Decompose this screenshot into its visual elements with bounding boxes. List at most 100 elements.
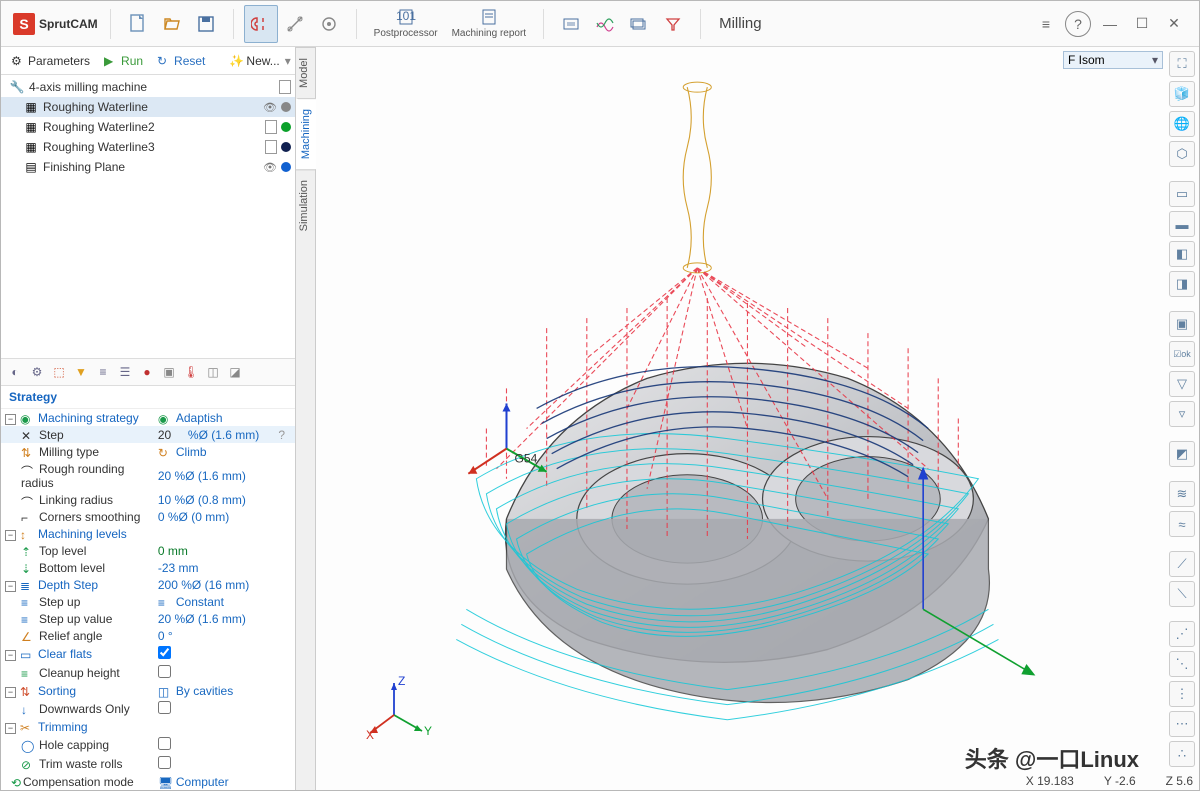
run-button[interactable]: ▶Run — [98, 52, 149, 70]
sim2-icon[interactable]: ⋱ — [1169, 651, 1195, 677]
vtab-simulation[interactable]: Simulation — [296, 169, 315, 241]
shade1-icon[interactable]: ▭ — [1169, 181, 1195, 207]
prop-sorting[interactable]: Sorting — [38, 684, 76, 698]
parameters-button[interactable]: ⚙Parameters — [5, 52, 96, 70]
prop-bottom-level[interactable]: Bottom level — [39, 561, 105, 575]
feeds-icon[interactable]: ● — [137, 362, 157, 382]
path-vis-icon[interactable]: ≋ — [1169, 481, 1195, 507]
status-x: X 19.183 — [1026, 774, 1074, 788]
coolant-icon[interactable]: 🌡 — [181, 362, 201, 382]
hole-capping-checkbox[interactable] — [158, 737, 171, 750]
stock-tab-icon[interactable]: ◫ — [203, 362, 223, 382]
vtab-machining[interactable]: Machining — [296, 98, 316, 169]
prop-relief-angle[interactable]: Relief angle — [39, 629, 102, 643]
filter-icon[interactable] — [656, 5, 690, 43]
sim5-icon[interactable]: ∴ — [1169, 741, 1195, 767]
snap-icon[interactable] — [244, 5, 278, 43]
operation-tree: 🔧 4-axis milling machine ▦ Roughing Wate… — [1, 75, 295, 179]
sim4-icon[interactable]: ⋯ — [1169, 711, 1195, 737]
stock-ok-icon[interactable]: ☑ok — [1169, 341, 1195, 367]
prop-hole-capping[interactable]: Hole capping — [39, 738, 109, 752]
tree-item-op2[interactable]: ▦ Roughing Waterline2 — [1, 117, 295, 137]
cleanup-height-checkbox[interactable] — [158, 665, 171, 678]
open-file-icon[interactable] — [155, 5, 189, 43]
prop-linking-radius[interactable]: Linking radius — [39, 493, 113, 507]
filter1-icon[interactable]: ⟋ — [1169, 551, 1195, 577]
prop-rough-rounding[interactable]: Rough rounding radius — [21, 462, 124, 490]
prop-corners-smoothing[interactable]: Corners smoothing — [39, 510, 140, 524]
view-orientation-dropdown[interactable]: F Isom▾ — [1063, 51, 1163, 69]
strategy-tab-icon[interactable]: ◐ — [5, 362, 25, 382]
boundary-icon[interactable]: ⬚ — [49, 362, 69, 382]
mode-label: Milling — [719, 15, 762, 32]
levels-icon[interactable]: ≡ — [93, 362, 113, 382]
postprocessor-button[interactable]: 101 Postprocessor — [367, 5, 445, 43]
prop-trim-waste[interactable]: Trim waste rolls — [39, 757, 123, 771]
svg-text:101: 101 — [396, 9, 416, 23]
prop-machining-levels[interactable]: Machining levels — [38, 527, 127, 541]
vertical-tabs: Model Machining Simulation — [296, 47, 316, 790]
prop-depth-step[interactable]: Depth Step — [38, 578, 98, 592]
vtab-model[interactable]: Model — [296, 47, 315, 98]
view-settings-icon[interactable] — [312, 5, 346, 43]
toolpath-icon[interactable] — [588, 5, 622, 43]
sim1-icon[interactable]: ⋰ — [1169, 621, 1195, 647]
prop-step-up[interactable]: Step up — [39, 595, 80, 609]
tree-item-op3[interactable]: ▦ Roughing Waterline3 — [1, 137, 295, 157]
prop-milling-type[interactable]: Milling type — [39, 445, 99, 459]
clear-flats-checkbox[interactable] — [158, 646, 171, 659]
reset-button[interactable]: ↻Reset — [151, 52, 211, 70]
prop-machining-strategy[interactable]: Machining strategy — [38, 411, 139, 425]
app-logo: SSprutCAM — [5, 13, 106, 35]
prop-trimming[interactable]: Trimming — [38, 720, 88, 734]
shade3-icon[interactable]: ◧ — [1169, 241, 1195, 267]
help-icon[interactable]: ? — [1065, 11, 1091, 37]
list-icon[interactable]: ☰ — [115, 362, 135, 382]
gear-icon[interactable]: ⚙ — [27, 362, 47, 382]
save-file-icon[interactable] — [189, 5, 223, 43]
prop-downwards-only[interactable]: Downwards Only — [39, 702, 130, 716]
trim-waste-checkbox[interactable] — [158, 756, 171, 769]
new-operation-button[interactable]: ✨New...▾ — [223, 52, 296, 70]
measure-icon[interactable] — [278, 5, 312, 43]
new-file-icon[interactable] — [121, 5, 155, 43]
hamburger-menu-icon[interactable]: ≡ — [1033, 11, 1059, 37]
stock-vis-icon[interactable]: ▣ — [1169, 311, 1195, 337]
filter2-icon[interactable]: ⟍ — [1169, 581, 1195, 607]
rotate-icon[interactable]: 🧊 — [1169, 81, 1195, 107]
tree-root-machine[interactable]: 🔧 4-axis milling machine — [1, 77, 295, 97]
3d-viewport[interactable]: G54 Z Y X — [316, 47, 1199, 790]
machine-icon[interactable] — [554, 5, 588, 43]
machining-report-button[interactable]: Machining report — [445, 5, 533, 43]
prop-compensation[interactable]: Compensation mode — [23, 775, 134, 789]
tool-vis-icon[interactable]: ▽ — [1169, 371, 1195, 397]
minimize-icon[interactable]: — — [1097, 11, 1123, 37]
tree-item-op1[interactable]: ▦ Roughing Waterline 👁 — [1, 97, 295, 117]
prop-step[interactable]: Step — [39, 428, 64, 442]
downwards-checkbox[interactable] — [158, 701, 171, 714]
waterline-icon: ▦ — [23, 140, 39, 154]
stock-icon[interactable] — [622, 5, 656, 43]
result-icon[interactable]: ◪ — [225, 362, 245, 382]
prop-clear-flats[interactable]: Clear flats — [38, 647, 92, 661]
prop-top-level[interactable]: Top level — [39, 544, 86, 558]
iso-icon[interactable]: ⬡ — [1169, 141, 1195, 167]
close-icon[interactable]: ✕ — [1161, 11, 1187, 37]
prop-cleanup-height[interactable]: Cleanup height — [39, 666, 120, 680]
path2-icon[interactable]: ≈ — [1169, 511, 1195, 537]
tree-item-op4[interactable]: ▤ Finishing Plane 👁 — [1, 157, 295, 177]
eye-icon: 👁 — [263, 101, 277, 114]
shade2-icon[interactable]: ▬ — [1169, 211, 1195, 237]
fit-icon[interactable]: ⛶ — [1169, 51, 1195, 77]
sphere-icon[interactable]: 🌐 — [1169, 111, 1195, 137]
holder-vis-icon[interactable]: ▿ — [1169, 401, 1195, 427]
svg-text:Z: Z — [398, 674, 405, 688]
operation-command-bar: ⚙Parameters ▶Run ↻Reset ✨New...▾ — [1, 47, 295, 75]
sim3-icon[interactable]: ⋮ — [1169, 681, 1195, 707]
prop-step-up-value[interactable]: Step up value — [39, 612, 112, 626]
holder-icon[interactable]: ▣ — [159, 362, 179, 382]
shade4-icon[interactable]: ◨ — [1169, 271, 1195, 297]
tool-icon[interactable]: ▼ — [71, 362, 91, 382]
maximize-icon[interactable]: ☐ — [1129, 11, 1155, 37]
section-icon[interactable]: ◩ — [1169, 441, 1195, 467]
